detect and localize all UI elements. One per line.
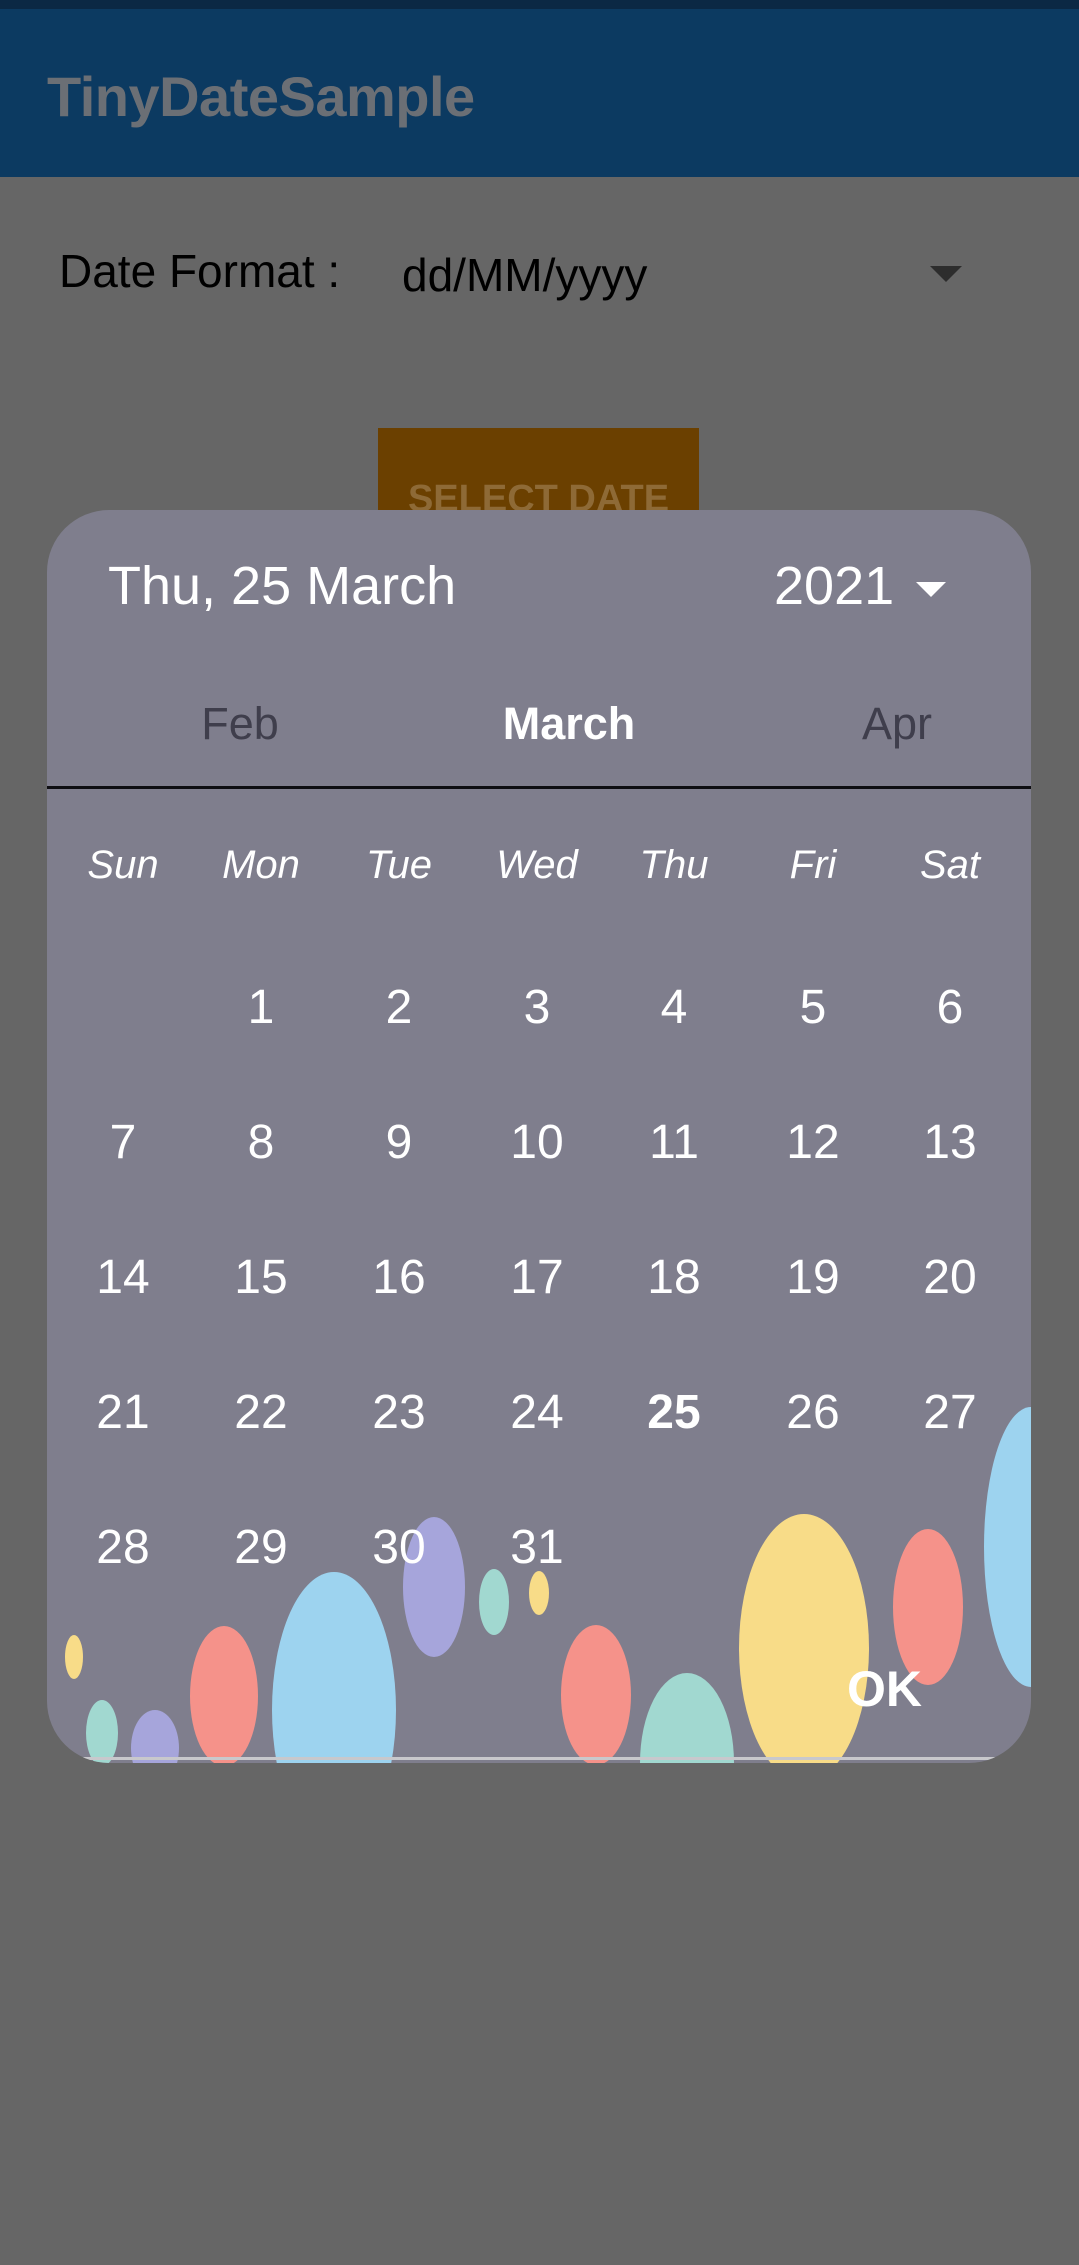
year-selector[interactable]: 2021 <box>774 555 947 617</box>
calendar-day[interactable]: 10 <box>482 1115 592 1170</box>
weekday-label: Tue <box>366 843 432 887</box>
calendar-day[interactable]: 3 <box>482 980 592 1035</box>
bubble-shape <box>640 1673 734 1763</box>
date-picker-dialog: Thu, 25 March 2021 Feb March Apr Sun Mon… <box>47 510 1031 1763</box>
calendar-day[interactable]: 30 <box>344 1520 454 1575</box>
calendar-day[interactable]: 18 <box>619 1250 729 1305</box>
bubble-shape <box>529 1571 549 1615</box>
calendar-day[interactable]: 23 <box>344 1385 454 1440</box>
calendar-day[interactable]: 27 <box>895 1385 1005 1440</box>
bubble-shape <box>86 1700 118 1763</box>
bubble-shape <box>131 1710 179 1763</box>
calendar-day[interactable]: 14 <box>68 1250 178 1305</box>
calendar-day[interactable]: 12 <box>758 1115 868 1170</box>
calendar-day[interactable]: 26 <box>758 1385 868 1440</box>
month-current[interactable]: March <box>503 698 636 750</box>
month-next[interactable]: Apr <box>862 698 932 750</box>
calendar-day[interactable]: 17 <box>482 1250 592 1305</box>
bubble-shape <box>984 1407 1031 1687</box>
weekday-label: Mon <box>222 843 300 887</box>
dialog-bottom-edge <box>47 1757 1031 1760</box>
calendar-day[interactable]: 31 <box>482 1520 592 1575</box>
calendar-day[interactable]: 19 <box>758 1250 868 1305</box>
selected-date-header: Thu, 25 March <box>108 556 457 616</box>
status-bar <box>0 0 1079 9</box>
calendar-day[interactable]: 7 <box>68 1115 178 1170</box>
calendar-day[interactable]: 1 <box>206 980 316 1035</box>
calendar-day[interactable]: 6 <box>895 980 1005 1035</box>
weekday-label: Sun <box>87 843 159 887</box>
calendar-day[interactable]: 21 <box>68 1385 178 1440</box>
bubble-shape <box>739 1514 869 1763</box>
dropdown-arrow-icon[interactable] <box>930 266 962 282</box>
date-format-label: Date Format : <box>59 245 341 297</box>
calendar-day[interactable]: 20 <box>895 1250 1005 1305</box>
date-format-dropdown[interactable]: dd/MM/yyyy <box>402 248 647 302</box>
calendar-day-selected[interactable]: 25 <box>619 1385 729 1440</box>
app-bar: TinyDateSample <box>0 9 1079 177</box>
weekday-label: Fri <box>789 843 837 887</box>
calendar-day[interactable]: 29 <box>206 1520 316 1575</box>
calendar-day[interactable]: 4 <box>619 980 729 1035</box>
calendar-day[interactable]: 8 <box>206 1115 316 1170</box>
calendar-day[interactable]: 28 <box>68 1520 178 1575</box>
calendar-day[interactable]: 11 <box>619 1115 729 1170</box>
bubble-shape <box>190 1626 258 1763</box>
bubble-shape <box>561 1625 631 1763</box>
calendar-day[interactable]: 16 <box>344 1250 454 1305</box>
calendar-day[interactable]: 13 <box>895 1115 1005 1170</box>
calendar-day[interactable]: 15 <box>206 1250 316 1305</box>
bubble-shape <box>272 1572 396 1763</box>
month-divider <box>47 786 1031 789</box>
calendar-day[interactable]: 24 <box>482 1385 592 1440</box>
app-title: TinyDateSample <box>47 65 475 128</box>
month-previous[interactable]: Feb <box>201 698 279 750</box>
calendar-day[interactable]: 2 <box>344 980 454 1035</box>
bubble-shape <box>65 1635 83 1679</box>
weekday-label: Wed <box>496 843 578 887</box>
weekday-label: Thu <box>639 843 709 887</box>
calendar-day[interactable]: 22 <box>206 1385 316 1440</box>
weekday-label: Sat <box>919 843 981 887</box>
calendar-day[interactable]: 5 <box>758 980 868 1035</box>
bubble-shape <box>479 1569 509 1635</box>
ok-button[interactable]: OK <box>847 1660 922 1718</box>
calendar-day[interactable]: 9 <box>344 1115 454 1170</box>
dropdown-arrow-icon <box>916 581 947 597</box>
year-value: 2021 <box>774 556 895 616</box>
